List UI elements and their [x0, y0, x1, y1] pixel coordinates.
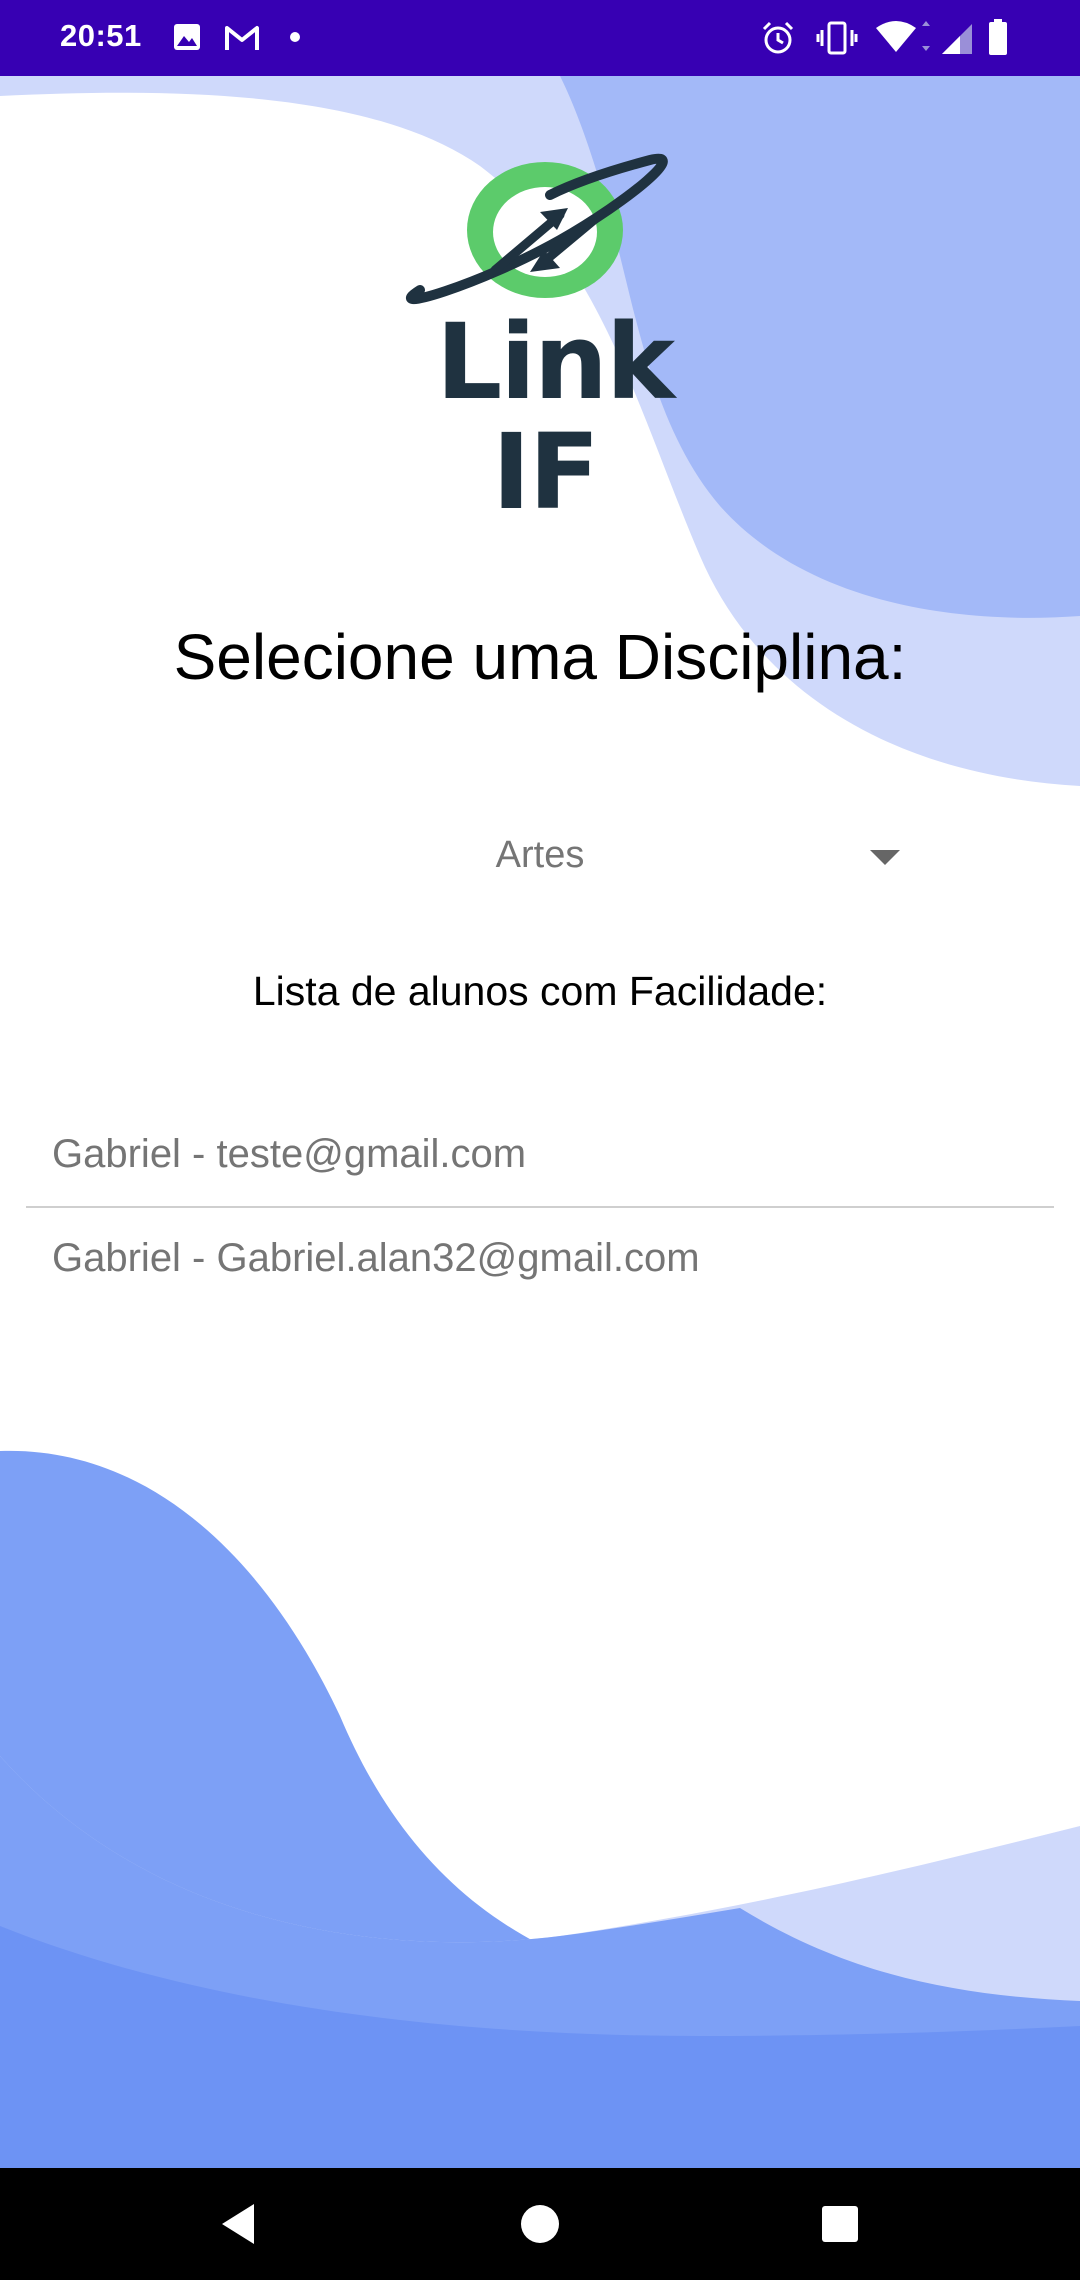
system-icons	[760, 18, 1020, 58]
status-bar: 20:51	[0, 0, 1080, 76]
alarm-icon	[762, 21, 794, 54]
image-icon	[174, 24, 200, 50]
wifi-icon	[876, 21, 930, 52]
gmail-icon	[225, 26, 259, 50]
home-icon[interactable]	[510, 2194, 570, 2254]
recents-icon[interactable]	[810, 2194, 870, 2254]
battery-icon	[989, 19, 1007, 55]
navigation-bar	[0, 2168, 1080, 2280]
app-logo: Link IF	[400, 140, 690, 560]
students-list: Gabriel - teste@gmail.com Gabriel - Gabr…	[26, 1100, 1054, 1316]
discipline-spinner[interactable]: Artes	[60, 820, 1020, 900]
students-list-heading: Lista de alunos com Facilidade:	[252, 968, 828, 1014]
logo-text-if: IF	[492, 411, 600, 533]
page-title: Selecione uma Disciplina:	[173, 621, 907, 693]
list-item[interactable]: Gabriel - teste@gmail.com	[26, 1100, 1054, 1208]
dropdown-arrow-icon	[870, 850, 900, 865]
signal-icon	[942, 24, 972, 54]
status-time: 20:51	[60, 18, 142, 53]
logo-text-link: Link	[436, 301, 675, 423]
screen: 20:51 Link IF Selecione uma Disciplina: …	[0, 0, 1080, 2280]
vibrate-icon	[816, 21, 858, 55]
back-icon[interactable]	[210, 2194, 270, 2254]
dot-icon	[290, 32, 300, 42]
list-item[interactable]: Gabriel - Gabriel.alan32@gmail.com	[26, 1208, 1054, 1316]
